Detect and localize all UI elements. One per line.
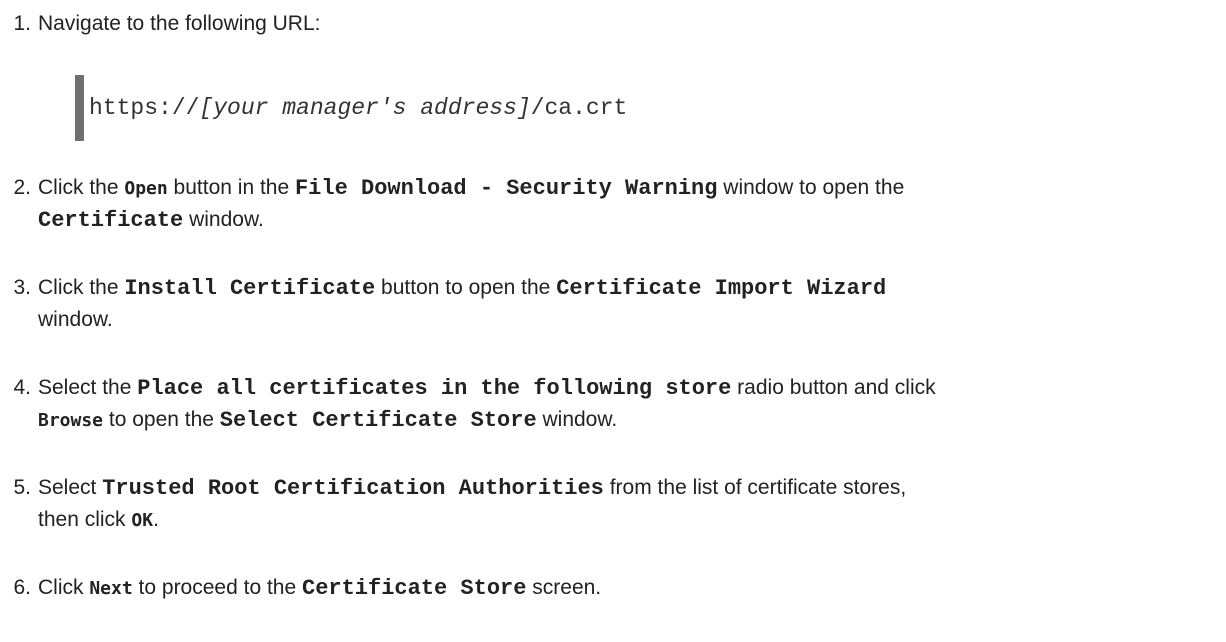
step-line: Browse to open the Select Certificate St…: [38, 404, 1226, 436]
window-name-file-download: File Download - Security Warning: [294, 176, 718, 201]
ok-button-label: OK: [131, 510, 154, 531]
next-button-label: Next: [89, 578, 133, 599]
step-text-segment: button to open the: [375, 276, 557, 299]
step-text-segment: window.: [38, 308, 113, 331]
code-block: https://[your manager's address]/ca.crt: [75, 75, 695, 141]
step-text-segment: Select: [38, 476, 103, 499]
step-number: 1.: [13, 12, 31, 35]
step-text: Click the Install Certificate button to …: [38, 272, 1226, 336]
step-text: Select the Place all certificates in the…: [38, 372, 1226, 436]
step-line: Select the Place all certificates in the…: [38, 372, 1226, 404]
url-replaceable: [your manager's address]: [199, 95, 531, 121]
step-line: Click the Open button in the File Downlo…: [38, 172, 1226, 204]
step-text-segment: to open the: [103, 408, 220, 431]
install-certificate-button-label: Install Certificate: [124, 276, 376, 301]
step-line: Select Trusted Root Certification Author…: [38, 472, 1226, 504]
step-text-segment: from the list of certificate stores,: [603, 476, 907, 499]
step-number: 2.: [13, 176, 31, 199]
radio-option-place-all: Place all certificates in the following …: [137, 376, 732, 401]
step-line: then click OK.: [38, 504, 1226, 536]
step-line: Click the Install Certificate button to …: [38, 272, 1226, 304]
screen-name-certificate-store: Certificate Store: [302, 576, 527, 601]
step-line: Certificate window.: [38, 204, 1226, 236]
browse-button-label: Browse: [38, 410, 104, 431]
step-number: 4.: [13, 376, 31, 399]
step-text-segment: window.: [183, 208, 264, 231]
store-name-trusted-root: Trusted Root Certification Authorities: [102, 476, 604, 501]
step-text-segment: window.: [536, 408, 618, 431]
step-number: 5.: [13, 476, 31, 499]
step-text-segment: button in the: [167, 176, 295, 199]
step-text-segment: Navigate to the following URL:: [38, 12, 321, 35]
step-text-segment: screen.: [526, 576, 602, 599]
step-line: window.: [38, 304, 1226, 336]
step-text: Select Trusted Root Certification Author…: [38, 472, 1226, 536]
url-code: https://[your manager's address]/ca.crt: [89, 92, 627, 124]
code-block-bar: [75, 75, 84, 141]
url-prefix: https://: [89, 95, 200, 121]
step-text: Click the Open button in the File Downlo…: [38, 172, 1226, 236]
window-name-import-wizard: Certificate Import Wizard: [556, 276, 887, 301]
step-text-segment: Click: [38, 576, 90, 599]
step-text-segment: radio button and click: [731, 376, 936, 399]
step-text: Navigate to the following URL:: [38, 8, 1226, 40]
step-text-segment: Click the: [38, 276, 125, 299]
step-number: 6.: [13, 576, 31, 599]
window-name-certificate: Certificate: [38, 208, 184, 233]
step-text: Click Next to proceed to the Certificate…: [38, 572, 1226, 604]
step-text-segment: then click: [38, 508, 132, 531]
open-button-label: Open: [124, 178, 168, 199]
step-text-segment: window to open the: [717, 176, 905, 199]
step-text-segment: Click the: [38, 176, 125, 199]
step-line: Navigate to the following URL:: [38, 8, 1226, 40]
step-number: 3.: [13, 276, 31, 299]
url-suffix: /ca.crt: [530, 95, 628, 121]
step-line: Click Next to proceed to the Certificate…: [38, 572, 1226, 604]
step-text-segment: Select the: [38, 376, 138, 399]
step-text-segment: to proceed to the: [132, 576, 302, 599]
window-name-select-store: Select Certificate Store: [219, 408, 537, 433]
step-text-segment: .: [153, 508, 159, 531]
